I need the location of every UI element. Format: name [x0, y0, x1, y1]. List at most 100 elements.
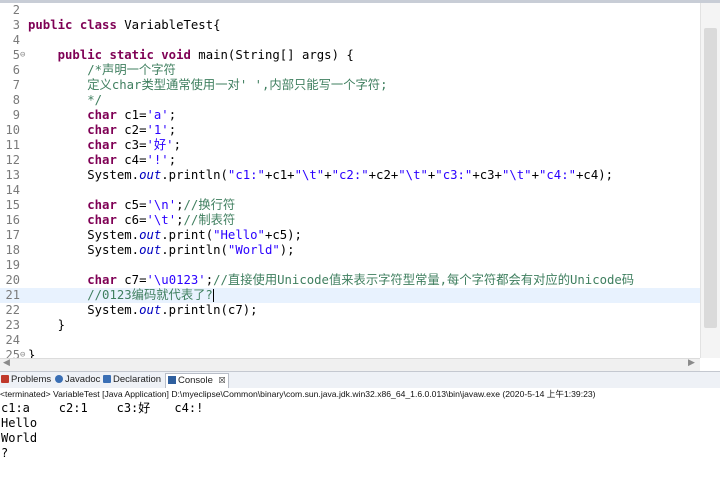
line-number: 23: [5, 318, 20, 332]
code-text: char c4='!';: [28, 153, 176, 168]
field-ref: out: [139, 243, 162, 257]
code-line[interactable]: 17 System.out.print("Hello"+c5);: [0, 228, 700, 243]
code-token: ;: [168, 123, 177, 137]
code-line[interactable]: 24: [0, 333, 700, 348]
code-text: System.out.println("World");: [28, 243, 295, 258]
code-line[interactable]: 23 }: [0, 318, 700, 333]
line-number: 20: [5, 273, 20, 287]
editor-vertical-scrollbar[interactable]: [700, 3, 720, 358]
string-literal: "\t": [398, 168, 428, 182]
declaration-icon: [103, 375, 111, 383]
line-number: 19: [5, 258, 20, 272]
code-line[interactable]: 9 char c1='a';: [0, 108, 700, 123]
tab-javadoc[interactable]: Javadoc: [55, 373, 100, 387]
code-token: +: [531, 168, 539, 182]
code-token: +c4);: [576, 168, 614, 182]
code-line[interactable]: 5 ⊖ public static void main(String[] args…: [0, 48, 700, 63]
code-line[interactable]: 3 public class VariableTest{: [0, 18, 700, 33]
line-number: 11: [5, 138, 20, 152]
code-token: .print(: [161, 228, 214, 242]
code-line[interactable]: 22 System.out.println(c7);: [0, 303, 700, 318]
code-line[interactable]: 8 */: [0, 93, 700, 108]
code-line[interactable]: 15 char c5='\n';//换行符: [0, 198, 700, 213]
console-output-line: c1:a c2:1 c3:好 c4:!: [1, 401, 204, 415]
string-literal: '\u0123': [146, 273, 206, 287]
string-literal: "c3:": [435, 168, 473, 182]
line-number: 16: [5, 213, 20, 227]
code-line[interactable]: 19: [0, 258, 700, 273]
tab-declaration[interactable]: Declaration: [103, 373, 161, 387]
string-literal: "c2:": [331, 168, 369, 182]
code-line[interactable]: 13 System.out.println("c1:"+c1+"\t"+"c2:…: [0, 168, 700, 183]
code-text: public static void main(String[] args) {: [28, 48, 354, 63]
fold-toggle-icon[interactable]: ⊖: [20, 348, 26, 358]
text-cursor: [212, 289, 214, 302]
code-line[interactable]: 2: [0, 3, 700, 18]
code-token: ;: [176, 198, 184, 212]
editor-horizontal-scrollbar[interactable]: ◀ ▶: [0, 358, 700, 371]
code-token: System.: [28, 228, 140, 242]
bottom-panel-tabbar: Problems Javadoc Declaration Console ☒: [0, 371, 720, 389]
code-line[interactable]: 11 char c3='好';: [0, 138, 700, 153]
javadoc-icon: [55, 375, 63, 383]
tab-label: Console: [178, 375, 213, 386]
field-ref: out: [139, 168, 162, 182]
code-token: System.: [28, 168, 140, 182]
field-ref: out: [139, 228, 162, 242]
string-literal: '1': [146, 123, 169, 137]
code-token: VariableTest{: [116, 18, 221, 32]
code-token: +c1+: [264, 168, 295, 182]
string-literal: 'a': [146, 108, 169, 122]
code-text: //0123编码就代表了?: [28, 288, 214, 303]
line-number: 22: [5, 303, 20, 317]
scroll-left-arrow-icon[interactable]: ◀: [3, 358, 10, 368]
code-token: );: [279, 243, 295, 257]
string-literal: '!': [146, 153, 169, 167]
close-tab-icon[interactable]: ☒: [219, 376, 226, 385]
keyword: char: [87, 273, 117, 287]
comment: //换行符: [183, 198, 236, 212]
line-number: 17: [5, 228, 20, 242]
comment: //直接使用Unicode值来表示字符型常量,每个字符都会有对应的Unicode…: [213, 273, 635, 287]
code-line[interactable]: 21 //0123编码就代表了?: [0, 288, 700, 303]
code-line[interactable]: 25 ⊖}: [0, 348, 700, 358]
line-number: 9: [12, 108, 20, 122]
line-number: 4: [12, 33, 20, 47]
code-text: char c7='\u0123';//直接使用Unicode值来表示字符型常量,…: [28, 273, 634, 288]
code-text: char c1='a';: [28, 108, 176, 123]
code-line[interactable]: 12 char c4='!';: [0, 153, 700, 168]
code-line[interactable]: 6 /*声明一个字符: [0, 63, 700, 78]
code-line[interactable]: 18 System.out.println("World");: [0, 243, 700, 258]
console-output[interactable]: c1:a c2:1 c3:好 c4:! Hello World ?: [0, 401, 720, 484]
code-token: }: [28, 318, 66, 332]
comment: */: [87, 93, 103, 107]
string-literal: "World": [227, 243, 280, 257]
code-line[interactable]: 20 char c7='\u0123';//直接使用Unicode值来表示字符型…: [0, 273, 700, 288]
code-line[interactable]: 7 定义char类型通常使用一对' ',内部只能写一个字符;: [0, 78, 700, 93]
line-number: 13: [5, 168, 20, 182]
code-line[interactable]: 10 char c2='1';: [0, 123, 700, 138]
keyword: char: [87, 108, 117, 122]
code-token: ;: [168, 153, 177, 167]
scroll-right-arrow-icon[interactable]: ▶: [688, 358, 695, 368]
code-text: public class VariableTest{: [28, 18, 221, 33]
code-editor[interactable]: 2 3 public class VariableTest{4 5 ⊖ public s…: [0, 3, 720, 358]
tab-problems[interactable]: Problems: [1, 373, 51, 387]
code-line[interactable]: 14: [0, 183, 700, 198]
code-token: ;: [173, 138, 181, 152]
code-line[interactable]: 16 char c6='\t';//制表符: [0, 213, 700, 228]
line-number: 14: [5, 183, 20, 197]
tab-console[interactable]: Console ☒: [165, 373, 229, 388]
code-text: */: [28, 93, 102, 108]
keyword: char: [87, 153, 117, 167]
scrollbar-thumb[interactable]: [704, 28, 717, 328]
fold-toggle-icon[interactable]: ⊖: [20, 48, 26, 60]
line-number: 7: [12, 78, 20, 92]
string-literal: '\t': [146, 213, 177, 227]
code-line[interactable]: 4: [0, 33, 700, 48]
